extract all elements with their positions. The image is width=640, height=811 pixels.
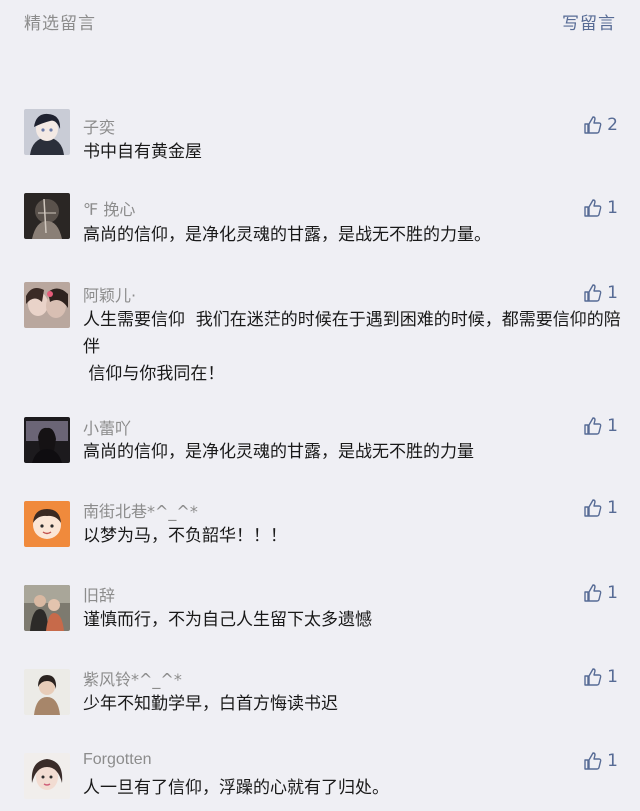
- like-count: 1: [607, 198, 618, 218]
- girl-light-avatar: [24, 669, 70, 715]
- comment-content: 少年不知勤学早，白首方悔读书迟: [83, 694, 338, 714]
- like-count: 1: [607, 751, 618, 771]
- like-count: 1: [607, 498, 618, 518]
- comment-content: 以梦为马，不负韶华！！！: [83, 526, 287, 546]
- like-button[interactable]: 1: [583, 667, 618, 687]
- comment-item: 紫风铃*^_^* 少年不知勤学早，白首方悔读书迟 1: [0, 631, 640, 715]
- avatar[interactable]: [24, 417, 70, 463]
- thumbs-up-icon: [584, 668, 602, 686]
- comment-nickname: 子奕: [83, 118, 116, 137]
- thumbs-up-icon: [584, 417, 602, 435]
- comments-header: 精选留言 写留言: [0, 0, 640, 42]
- avatar[interactable]: [24, 753, 70, 799]
- like-button[interactable]: 1: [583, 283, 618, 303]
- couple-photo-avatar: [24, 585, 70, 631]
- like-count: 1: [607, 583, 618, 603]
- comment-nickname: 旧辞: [83, 586, 116, 605]
- thumbs-up-icon: [584, 284, 602, 302]
- like-button[interactable]: 1: [583, 751, 618, 771]
- avatar[interactable]: [24, 669, 70, 715]
- comment-item: 子奕 书中自有黄金屋 2: [0, 75, 640, 162]
- avatar[interactable]: [24, 282, 70, 328]
- like-button[interactable]: 1: [583, 583, 618, 603]
- comment-nickname: 小蕾吖: [83, 419, 132, 438]
- thumbs-up-icon: [584, 752, 602, 770]
- comment-nickname: Forgotten: [83, 751, 152, 768]
- avatar[interactable]: [24, 193, 70, 239]
- like-count: 1: [607, 667, 618, 687]
- like-button[interactable]: 2: [583, 115, 618, 135]
- comment-content: 人一旦有了信仰，浮躁的心就有了归处。: [83, 778, 389, 798]
- like-button[interactable]: 1: [583, 198, 618, 218]
- comment-item: Forgotten 人一旦有了信仰，浮躁的心就有了归处。 1: [0, 715, 640, 811]
- comment-item: ℉ 挽心 高尚的信仰，是净化灵魂的甘露，是战无不胜的力量。 1: [0, 155, 640, 245]
- comment-content: 人生需要信仰 我们在迷茫的时候在于遇到困难的时候，都需要信仰的陪伴 信仰与你我同…: [83, 310, 621, 384]
- like-count: 1: [607, 416, 618, 436]
- girl-selfie-avatar: [24, 753, 70, 799]
- like-count: 1: [607, 283, 618, 303]
- dark-room-avatar: [24, 417, 70, 463]
- avatar[interactable]: [24, 501, 70, 547]
- comment-nickname: ℉ 挽心: [83, 200, 136, 219]
- comment-item: 南街北巷*^_^* 以梦为马，不负韶华！！！ 1: [0, 463, 640, 547]
- thumbs-up-icon: [584, 499, 602, 517]
- comment-content: 高尚的信仰，是净化灵魂的甘露，是战无不胜的力量: [83, 442, 474, 462]
- comment-content: 谨慎而行，不为自己人生留下太多遗憾: [83, 610, 372, 630]
- comment-item: 旧辞 谨慎而行，不为自己人生留下太多遗憾 1: [0, 547, 640, 631]
- comment-item: 小蕾吖 高尚的信仰，是净化灵魂的甘露，是战无不胜的力量 1: [0, 379, 640, 463]
- thumbs-up-icon: [584, 584, 602, 602]
- cartoon-kid-avatar: [24, 501, 70, 547]
- girl-photo-avatar: [24, 282, 70, 328]
- write-comment-button[interactable]: 写留言: [562, 9, 616, 34]
- thumbs-up-icon: [584, 116, 602, 134]
- comment-nickname: 紫风铃*^_^*: [83, 670, 182, 689]
- comment-nickname: 南街北巷*^_^*: [83, 502, 198, 521]
- like-count: 2: [607, 115, 618, 135]
- dark-figure-avatar: [24, 193, 70, 239]
- avatar[interactable]: [24, 585, 70, 631]
- avatar[interactable]: [24, 109, 70, 155]
- section-title: 精选留言: [24, 13, 96, 34]
- like-button[interactable]: 1: [583, 416, 618, 436]
- anime-boy-avatar: [24, 109, 70, 155]
- like-button[interactable]: 1: [583, 498, 618, 518]
- comment-nickname: 阿颖儿·: [83, 286, 137, 305]
- comment-item: 阿颖儿· 人生需要信仰 我们在迷茫的时候在于遇到困难的时候，都需要信仰的陪伴 信…: [0, 239, 640, 384]
- thumbs-up-icon: [584, 199, 602, 217]
